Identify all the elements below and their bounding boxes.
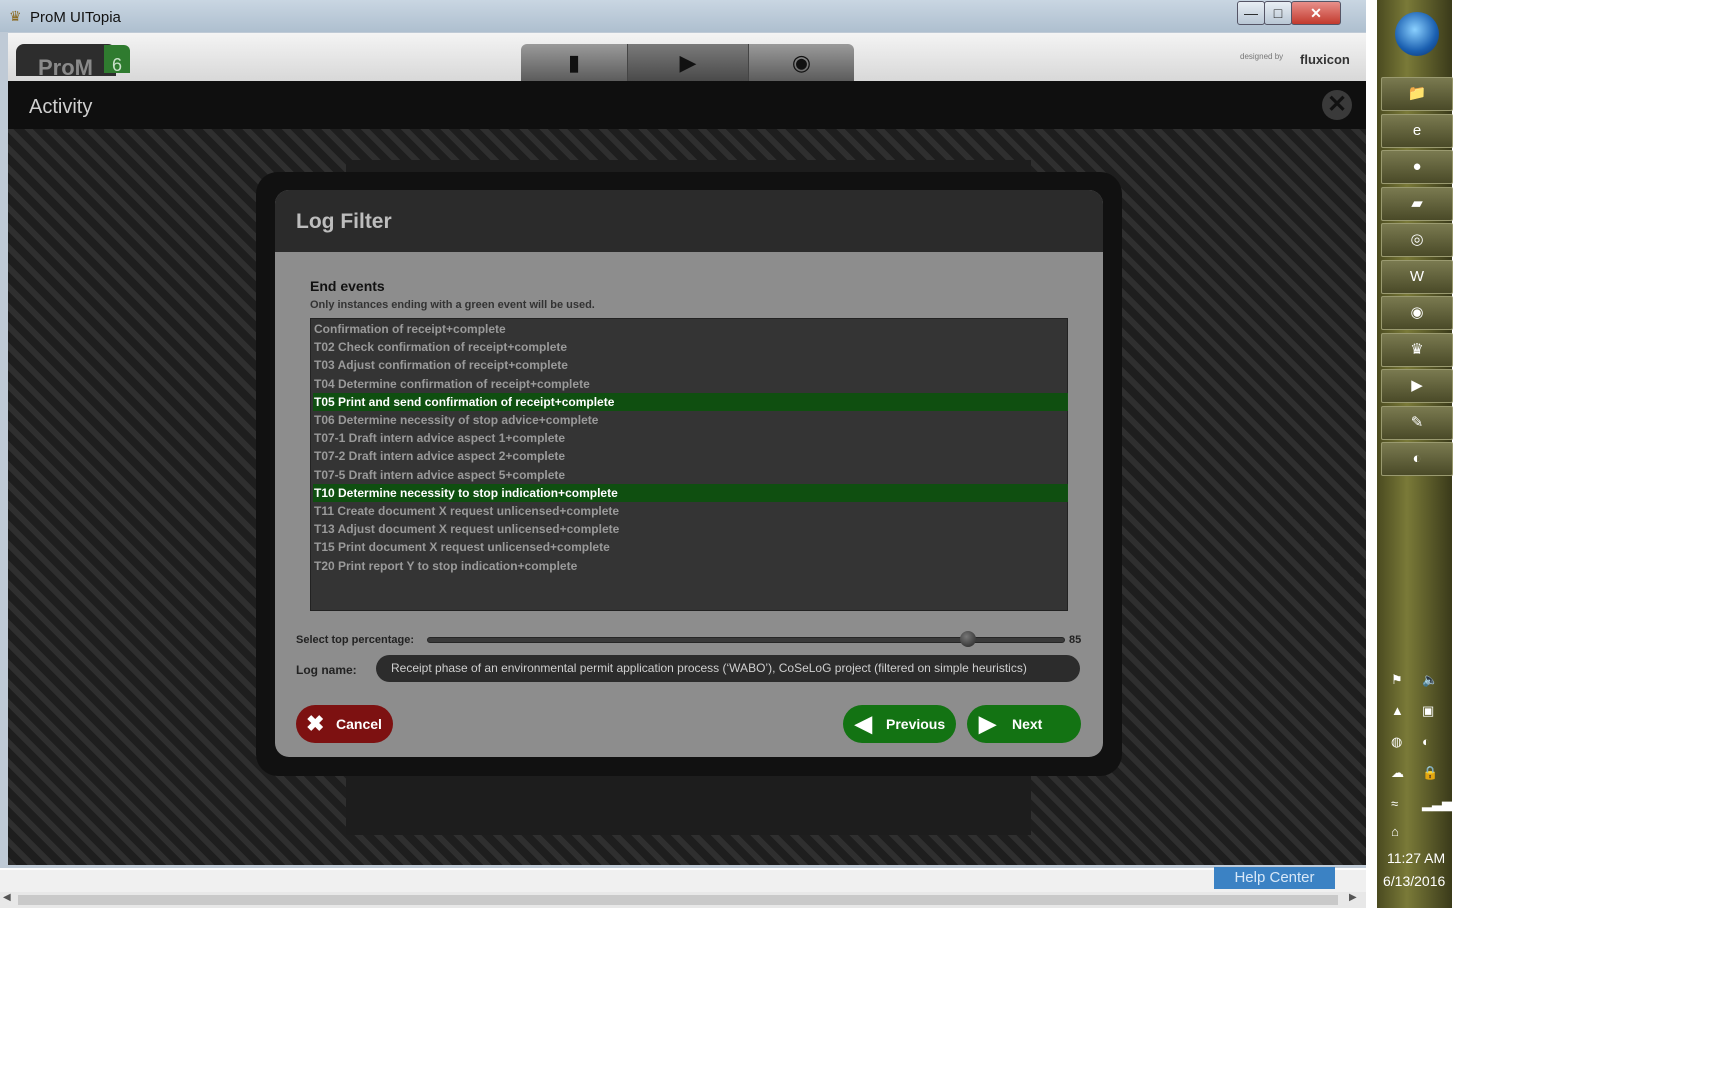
taskbar-prom-button[interactable]: ♛: [1381, 332, 1453, 367]
tab-actions[interactable]: ▶: [628, 44, 749, 81]
tab-views[interactable]: ◉: [749, 44, 854, 81]
prom-logo-text: ProM: [38, 55, 93, 80]
arrow-right-icon: ▶: [979, 711, 996, 736]
dialog-header: [275, 190, 1103, 252]
prom-icon: ♛: [1410, 340, 1424, 358]
event-list-item[interactable]: T10 Determine necessity to stop indicati…: [313, 483, 1068, 502]
scroll-left-icon[interactable]: ◀: [3, 892, 11, 903]
explorer-icon: 📁: [1407, 85, 1427, 102]
monitor-icon[interactable]: ▣: [1422, 703, 1434, 719]
paint-icon: ✎: [1410, 413, 1424, 431]
maximize-button[interactable]: □: [1264, 1, 1292, 25]
start-button[interactable]: [1395, 12, 1439, 56]
prom-logo-version: 6: [104, 45, 130, 75]
word-icon: W: [1409, 267, 1425, 285]
window-titlebar[interactable]: [0, 0, 1366, 32]
tab-workspace[interactable]: ▮: [521, 44, 628, 81]
event-list-item[interactable]: T04 Determine confirmation of receipt+co…: [313, 375, 1068, 393]
activity-title: Activity: [29, 96, 93, 118]
window-close-button[interactable]: ✕: [1291, 1, 1341, 25]
event-list-item[interactable]: T02 Check confirmation of receipt+comple…: [313, 338, 1068, 356]
slider-handle[interactable]: [959, 631, 976, 647]
activity-bar: [8, 81, 1366, 129]
top-percentage-label: Select top percentage:: [296, 634, 414, 646]
cancel-button[interactable]: ✖ Cancel: [296, 705, 393, 743]
flag-icon[interactable]: ⚑: [1391, 672, 1403, 688]
activity-close-button[interactable]: ✕: [1322, 90, 1352, 120]
taskbar-paint-button[interactable]: ✎: [1381, 405, 1453, 440]
network-icon[interactable]: ◍: [1391, 734, 1402, 750]
prom-app-icon: ♛: [9, 8, 22, 24]
cancel-label: Cancel: [336, 716, 382, 732]
taskbar-app-purple-button[interactable]: ◉: [1381, 296, 1453, 330]
play-icon: ▶: [679, 50, 697, 75]
wireless-icon[interactable]: ≈: [1391, 796, 1398, 811]
event-list-item[interactable]: T07-2 Draft intern advice aspect 2+compl…: [313, 447, 1068, 465]
cloud-icon[interactable]: ☁: [1391, 765, 1404, 781]
event-list-item[interactable]: T03 Adjust confirmation of receipt+compl…: [313, 356, 1068, 374]
app-tray-icon[interactable]: ▲: [1391, 703, 1404, 718]
end-events-heading: End events: [310, 278, 385, 294]
clock-time[interactable]: 11:27 AM: [1387, 850, 1445, 866]
taskbar-internet-explorer-button[interactable]: e: [1381, 113, 1453, 148]
taskbar-explorer-button[interactable]: 📁: [1381, 77, 1453, 111]
minimize-button[interactable]: —: [1237, 1, 1265, 25]
event-list-item[interactable]: T20 Print report Y to stop indication+co…: [313, 557, 1068, 575]
event-list-item[interactable]: T06 Determine necessity of stop advice+c…: [313, 411, 1068, 429]
help-center-button[interactable]: Help Center: [1214, 867, 1335, 889]
media-icon: ▶: [1411, 377, 1423, 394]
event-list-item[interactable]: Confirmation of receipt+complete: [313, 320, 1068, 338]
window-title: ProM UITopia: [30, 9, 121, 26]
clock-date[interactable]: 6/13/2016: [1383, 873, 1445, 889]
event-list-item[interactable]: T07-5 Draft intern advice aspect 5+compl…: [313, 466, 1068, 484]
scroll-right-icon[interactable]: ▶: [1349, 892, 1357, 903]
signal-icon[interactable]: ▂▃▅: [1422, 796, 1452, 812]
folder-icon: ▰: [1411, 194, 1423, 212]
event-list-item[interactable]: T13 Adjust document X request unlicensed…: [313, 520, 1068, 538]
end-events-list[interactable]: Confirmation of receipt+complete T02 Chec…: [310, 318, 1068, 611]
end-events-description: Only instances ending with a green event…: [310, 299, 595, 311]
log-name-input[interactable]: Receipt phase of an environmental permit…: [376, 655, 1080, 682]
next-label: Next: [1012, 716, 1043, 732]
taskbar-app-blue-button[interactable]: ◐: [1381, 442, 1453, 476]
arrow-left-icon: ◀: [855, 711, 872, 736]
next-button[interactable]: ▶ Next: [967, 705, 1081, 743]
dialog-title: Log Filter: [296, 210, 392, 233]
taskbar-folder-button[interactable]: ▰: [1381, 186, 1453, 221]
speaker-icon[interactable]: 🔈: [1422, 672, 1438, 688]
chrome-icon: ◎: [1410, 231, 1424, 248]
internet-explorer-icon: e: [1412, 121, 1422, 139]
status-strip: [0, 870, 1366, 892]
scrollbar-thumb[interactable]: [18, 895, 1338, 905]
event-list-item[interactable]: T11 Create document X request unlicensed…: [313, 502, 1068, 520]
status-icon[interactable]: ◐: [1422, 734, 1430, 749]
event-list-item[interactable]: T15 Print document X request unlicensed+…: [313, 538, 1068, 556]
workspace-icon: ▮: [567, 50, 581, 75]
taskbar-firefox-button[interactable]: ●: [1381, 150, 1453, 184]
eye-icon: ◉: [791, 50, 812, 75]
app-purple-icon: ◉: [1410, 304, 1424, 321]
previous-label: Previous: [886, 716, 946, 732]
fluxicon-logo: fluxicon: [1300, 52, 1350, 67]
event-list-item[interactable]: T05 Print and send confirmation of recei…: [313, 392, 1068, 411]
top-percentage-value: 85: [1069, 634, 1082, 646]
lock-icon[interactable]: 🔒: [1422, 765, 1438, 781]
firefox-icon: ●: [1412, 158, 1422, 175]
taskbar-word-button[interactable]: W: [1381, 259, 1453, 294]
event-list-item[interactable]: T07-1 Draft intern advice aspect 1+compl…: [313, 429, 1068, 447]
close-x-icon: ✖: [306, 711, 325, 736]
designed-by-label: designed by: [1240, 52, 1284, 61]
app-blue-icon: ◐: [1412, 450, 1422, 467]
taskbar-media-button[interactable]: ▶: [1381, 369, 1453, 403]
log-name-label: Log name:: [296, 663, 357, 677]
previous-button[interactable]: ◀ Previous: [843, 705, 956, 743]
notification-icon[interactable]: ⌂: [1391, 824, 1399, 839]
taskbar-chrome-button[interactable]: ◎: [1381, 223, 1453, 257]
